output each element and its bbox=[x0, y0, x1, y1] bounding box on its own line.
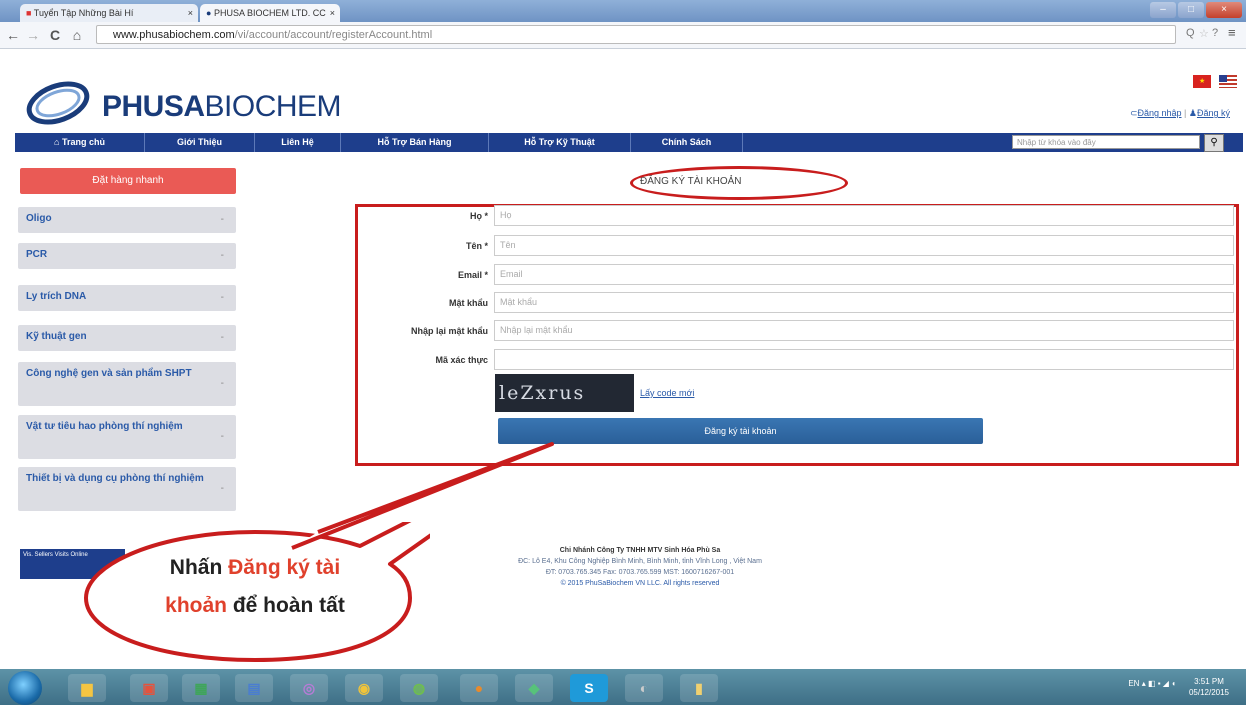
close-window-button[interactable]: × bbox=[1206, 2, 1242, 18]
last-name-input[interactable]: Họ bbox=[494, 205, 1234, 226]
files-icon[interactable]: ▮ bbox=[680, 674, 718, 702]
browser-tab-1[interactable]: ■ Tuyển Tập Những Bài Hí × bbox=[20, 4, 198, 22]
nav-sales-support[interactable]: Hỗ Trợ Bán Hàng bbox=[341, 133, 489, 152]
word-icon[interactable]: ▤ bbox=[235, 674, 273, 702]
captcha-input[interactable] bbox=[494, 349, 1234, 370]
sidebar-item-pcr[interactable]: PCR - bbox=[18, 243, 236, 269]
nav-home[interactable]: ⌂ Trang chủ bbox=[15, 133, 145, 152]
excel-icon[interactable]: ▦ bbox=[182, 674, 220, 702]
annotation-oval bbox=[630, 166, 848, 200]
confirm-password-input[interactable]: Nhập lại mật khẩu bbox=[494, 320, 1234, 341]
skype-icon[interactable]: S bbox=[570, 674, 608, 702]
network-tray-icon[interactable]: ▴ ◧ ▪ ◢ ◖ bbox=[1142, 679, 1176, 688]
nav-about[interactable]: Giới Thiệu bbox=[145, 133, 255, 152]
menu-icon[interactable]: ≡ bbox=[1228, 25, 1236, 40]
confirm-password-label: Nhập lại mật khẩu bbox=[410, 326, 488, 336]
login-link[interactable]: Đăng nhập bbox=[1137, 108, 1181, 118]
utorrent-icon[interactable]: ◍ bbox=[400, 674, 438, 702]
window-controls: – □ × bbox=[1150, 2, 1242, 18]
email-input[interactable]: Email bbox=[494, 264, 1234, 285]
footer-contact: ĐT: 0703.765.345 Fax: 0703.765.599 MST: … bbox=[545, 569, 735, 576]
search-icon[interactable]: ⚲ bbox=[1204, 134, 1224, 152]
messenger-icon[interactable]: ◎ bbox=[290, 674, 328, 702]
search-input[interactable]: Nhập từ khóa vào đây bbox=[1012, 135, 1200, 149]
chrome-icon[interactable]: ◉ bbox=[345, 674, 383, 702]
reload-icon[interactable]: C bbox=[46, 25, 64, 45]
footer-copyright: © 2015 PhuSaBiochem VN LLC. All rights r… bbox=[560, 580, 720, 587]
usa-flag-icon[interactable] bbox=[1219, 75, 1237, 88]
home-icon[interactable]: ⌂ bbox=[68, 25, 86, 45]
sidebar-item-lab-consumables[interactable]: Vật tư tiêu hao phòng thí nghiệm - bbox=[18, 415, 236, 459]
site-logo[interactable]: PHUSABIOCHEM bbox=[22, 80, 352, 130]
tab-title: Tuyển Tập Những Bài Hí bbox=[33, 8, 134, 18]
system-clock[interactable]: 3:51 PM 05/12/2015 bbox=[1184, 676, 1234, 698]
account-links: ⊂Đăng nhập | ♟Đăng ký bbox=[1129, 108, 1230, 118]
logo-text: PHUSABIOCHEM bbox=[102, 90, 342, 123]
sidebar-item-gene-products[interactable]: Công nghệ gen và sản phẩm SHPT - bbox=[18, 362, 236, 406]
folder-icon[interactable]: ▆ bbox=[68, 674, 106, 702]
sidebar-item-oligo[interactable]: Oligo - bbox=[18, 207, 236, 233]
captcha-image: leZxrus bbox=[495, 374, 634, 412]
firefox-icon[interactable]: ● bbox=[460, 674, 498, 702]
register-link[interactable]: Đăng ký bbox=[1197, 108, 1230, 118]
bookmark-star-icon[interactable]: ☆ bbox=[1199, 27, 1209, 40]
forward-icon[interactable]: → bbox=[24, 25, 42, 45]
user-icon: ♟ bbox=[1188, 108, 1197, 118]
new-code-link[interactable]: Lấy code mới bbox=[640, 388, 694, 398]
first-name-input[interactable]: Tên bbox=[494, 235, 1234, 256]
register-account-button[interactable]: Đăng ký tài khoản bbox=[498, 418, 983, 444]
tab-close-icon[interactable]: × bbox=[330, 4, 335, 22]
password-input[interactable]: Mật khẩu bbox=[494, 292, 1234, 313]
clock-date: 05/12/2015 bbox=[1188, 688, 1230, 697]
captcha-label: Mã xác thực bbox=[435, 355, 488, 365]
language-indicator[interactable]: EN bbox=[1128, 679, 1139, 688]
sidebar-item-lab-equipment[interactable]: Thiết bị và dụng cụ phòng thí nghiệm - bbox=[18, 467, 236, 511]
url-path: /vi/account/account/registerAccount.html bbox=[234, 29, 433, 41]
first-name-label: Tên * bbox=[465, 241, 488, 251]
start-button[interactable] bbox=[8, 671, 42, 705]
address-bar-row: ← → C ⌂ www.phusabiochem.com/vi/account/… bbox=[0, 22, 1246, 49]
media-icon[interactable]: ◐ bbox=[625, 674, 663, 702]
favicon-icon: ● bbox=[206, 8, 212, 18]
presentation-icon[interactable]: ▣ bbox=[130, 674, 168, 702]
youtube-icon: ■ bbox=[26, 8, 32, 18]
sidebar-item-gene-tech[interactable]: Kỹ thuật gen - bbox=[18, 325, 236, 351]
minimize-button[interactable]: – bbox=[1150, 2, 1176, 18]
callout-text: Nhấn Đăng ký tài khoản để hoàn tất bbox=[165, 556, 345, 617]
system-tray: EN ▴ ◧ ▪ ◢ ◖ bbox=[1128, 679, 1176, 688]
quick-order-button[interactable]: Đặt hàng nhanh bbox=[20, 168, 236, 194]
clock-time: 3:51 PM bbox=[1194, 677, 1224, 686]
callout-pointer bbox=[291, 442, 554, 550]
back-icon[interactable]: ← bbox=[4, 25, 22, 45]
browser-tab-bar: ■ Tuyển Tập Những Bài Hí × ● PHUSA BIOCH… bbox=[0, 0, 1246, 22]
password-label: Mật khẩu bbox=[448, 298, 488, 308]
tab-close-icon[interactable]: × bbox=[188, 4, 193, 22]
network-icon[interactable]: ◆ bbox=[515, 674, 553, 702]
nav-policy[interactable]: Chính Sách bbox=[631, 133, 743, 152]
home-nav-icon: ⌂ bbox=[54, 137, 60, 147]
last-name-label: Họ * bbox=[470, 211, 488, 221]
vietnam-flag-icon[interactable]: ★ bbox=[1193, 75, 1211, 88]
url-input[interactable]: www.phusabiochem.com/vi/account/account/… bbox=[96, 25, 1176, 44]
extension-icon[interactable]: ? bbox=[1212, 27, 1218, 39]
url-host: www.phusabiochem.com bbox=[113, 29, 235, 41]
nav-contact[interactable]: Liên Hệ bbox=[255, 133, 341, 152]
nav-tech-support[interactable]: Hỗ Trợ Kỹ Thuật bbox=[489, 133, 631, 152]
browser-tab-2[interactable]: ● PHUSA BIOCHEM LTD. CC × bbox=[200, 4, 340, 22]
logo-swoosh-icon bbox=[26, 81, 90, 125]
footer-address: ĐC: Lô E4, Khu Công Nghiệp Bình Minh, Bì… bbox=[518, 558, 762, 565]
maximize-button[interactable]: □ bbox=[1178, 2, 1204, 18]
tab-title: PHUSA BIOCHEM LTD. CC bbox=[213, 8, 326, 18]
sidebar-item-dna-extraction[interactable]: Ly trích DNA - bbox=[18, 285, 236, 311]
zoom-icon[interactable]: Q bbox=[1186, 27, 1195, 39]
email-label: Email * bbox=[457, 270, 488, 280]
